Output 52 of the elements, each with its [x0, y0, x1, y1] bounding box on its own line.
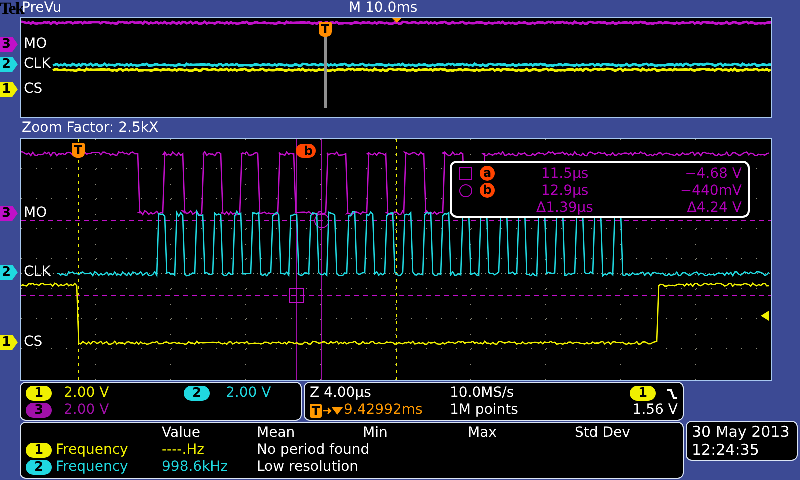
- record-length: 1M points: [450, 402, 520, 419]
- trigger-position: 9.42992ms: [344, 402, 423, 419]
- channel-marker[interactable]: 3: [0, 37, 18, 52]
- zoom-scale: Z 4.00µs: [310, 385, 372, 402]
- date-label: 30 May 2013: [692, 423, 791, 441]
- channel-label: CLK: [24, 56, 51, 72]
- measurement-value: ----.Hz: [162, 442, 206, 459]
- channel-badge: 2: [26, 460, 52, 475]
- measurement-name: Frequency: [56, 459, 130, 476]
- channel-scale: 2.00 V: [64, 385, 110, 402]
- trigger-level: 1.56 V: [632, 402, 678, 419]
- measurement-mean: No period found: [257, 442, 370, 459]
- channel-marker[interactable]: 1: [0, 82, 18, 97]
- channel-badge: 1: [26, 443, 52, 458]
- channel-label: MO: [24, 36, 48, 52]
- channel-marker[interactable]: 2: [0, 57, 18, 72]
- cursor-time: 12.9µs: [541, 182, 589, 198]
- brand-logo: Tek: [0, 0, 22, 17]
- channel-label: MO: [24, 205, 48, 221]
- cursor-time: Δ1.39µs: [536, 200, 594, 216]
- channel-marker[interactable]: 1: [0, 335, 18, 350]
- channel-label: CS: [24, 81, 43, 97]
- measurement-name: Frequency: [56, 442, 130, 459]
- cursor-value: −440mV: [680, 182, 742, 198]
- column-header: Max: [468, 425, 498, 442]
- trigger-marker: T: [319, 22, 332, 37]
- measurement-mean: Low resolution: [257, 459, 359, 476]
- column-header: Std Dev: [575, 425, 632, 442]
- measurement-value: 998.6kHz: [162, 459, 230, 476]
- channel-label: CLK: [24, 264, 51, 280]
- trigger-marker: T: [72, 143, 85, 158]
- column-header: Mean: [257, 425, 296, 442]
- cursor-time: 11.5µs: [541, 166, 589, 182]
- channel-scale: 2.00 V: [64, 402, 110, 419]
- trigger-badge: T: [310, 404, 322, 418]
- cursor-value: Δ4.24 V: [687, 200, 742, 216]
- channel-scale: 2.00 V: [226, 385, 272, 402]
- time-label: 12:24:35: [692, 441, 760, 459]
- channel-marker[interactable]: 2: [0, 265, 18, 280]
- cursor-badge: a: [480, 166, 495, 181]
- trigger-channel-badge: 1: [630, 386, 656, 401]
- cursor-badge: b: [480, 183, 495, 198]
- channel-badge[interactable]: 1: [26, 386, 52, 401]
- timebase-label: M 10.0ms: [349, 0, 419, 17]
- channel-label: CS: [24, 334, 43, 350]
- sample-rate: 10.0MS/s: [450, 385, 516, 402]
- zoom-factor-label: Zoom Factor: 2.5kX: [22, 120, 159, 136]
- column-header: Min: [363, 425, 389, 442]
- cursor-value: −4.68 V: [685, 166, 742, 182]
- channel-marker[interactable]: 3: [0, 206, 18, 221]
- channel-badge[interactable]: 2: [184, 386, 210, 401]
- column-header: Value: [162, 425, 202, 442]
